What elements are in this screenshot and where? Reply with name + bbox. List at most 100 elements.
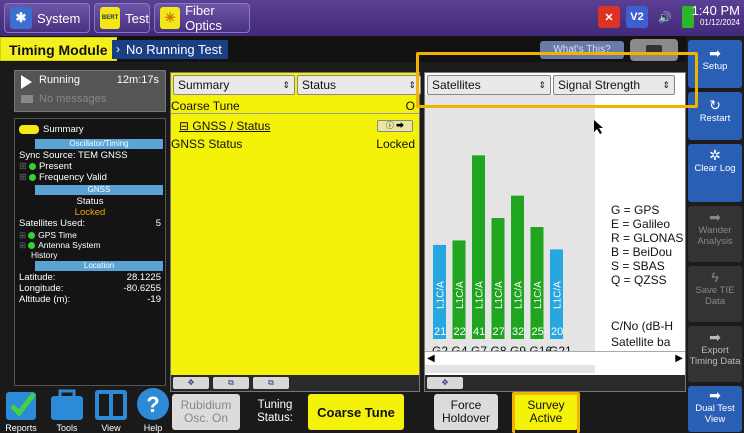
legend-entry: Q = QZSS: [611, 273, 667, 287]
copy-icon[interactable]: ⧉: [213, 377, 249, 389]
arrow-right-icon: ➡: [709, 387, 721, 403]
fiber-optics-button[interactable]: ✳ Fiber Optics: [154, 3, 250, 33]
close-x-icon[interactable]: ✕: [598, 6, 620, 28]
summary-pill-icon: [19, 124, 39, 134]
dual-test-view-button[interactable]: ➡ Dual Test View: [688, 386, 742, 432]
speaker-icon[interactable]: 🔊: [654, 6, 676, 28]
clock-date: 01/12/2024: [699, 18, 740, 27]
scroll-left-icon[interactable]: ◀: [427, 353, 435, 364]
view-label: View: [101, 423, 121, 433]
history-row[interactable]: History: [19, 249, 161, 261]
move-icon[interactable]: ✥: [173, 377, 209, 389]
signal-strength-chart: L1C/A21G2L1C/A22G4L1C/A41G7L1C/A27G8L1C/…: [425, 95, 595, 373]
collapse-icon: ⊟: [179, 119, 193, 133]
bar-value-label: 22: [454, 326, 466, 338]
test-button[interactable]: BERT Test: [94, 3, 150, 33]
status-select[interactable]: Status ⇕: [297, 75, 421, 95]
coarse-tune-label: Coarse Tune: [171, 99, 240, 113]
wander-analysis-button[interactable]: ➡ Wander Analysis: [688, 206, 742, 262]
legend-entry: G = GPS: [611, 203, 660, 217]
help-label: Help: [143, 423, 163, 433]
fiber-optics-icon: ✳: [160, 7, 181, 29]
system-button[interactable]: ✱ System: [4, 3, 90, 33]
bottom-controls: Rubidium Osc. On Tuning Status: Coarse T…: [170, 392, 686, 433]
summary-select[interactable]: Summary ⇕: [173, 75, 295, 95]
system-label: System: [37, 10, 81, 26]
tuning-status-value: Coarse Tune: [308, 394, 404, 430]
message-icon: [21, 95, 33, 103]
clear-log-button[interactable]: ✲ Clear Log: [688, 144, 742, 202]
bar-value-label: 20: [551, 326, 563, 338]
band-label: L1C/A: [533, 281, 544, 309]
module-title[interactable]: Timing Module: [0, 37, 117, 61]
paste-icon[interactable]: ⧉: [253, 377, 289, 389]
test-state-label[interactable]: No Running Test: [112, 40, 228, 59]
gear-icon: ✱: [10, 7, 32, 29]
chart-horizontal-scrollbar[interactable]: ◀ ▶: [425, 351, 685, 365]
band-label: L1C/A: [455, 281, 466, 309]
satellite-panel: Satellites⇕ Signal Strength⇕ L1C/A21G2L1…: [424, 72, 686, 392]
force-holdover-button[interactable]: Force Holdover: [434, 394, 498, 430]
satellite-scrollbar[interactable]: ✥: [425, 375, 685, 391]
test-label: Test: [125, 10, 149, 26]
clock-time: 1:40 PM: [691, 3, 740, 18]
status-dot-icon: [28, 162, 36, 170]
play-icon: [21, 75, 32, 89]
band-label: L1C/A: [553, 281, 564, 309]
svg-text:?: ?: [146, 392, 159, 417]
section-location[interactable]: Location: [35, 261, 163, 271]
band-label: L1C/A: [436, 281, 447, 309]
bar-value-label: 25: [532, 326, 544, 338]
summary-tree: Summary Oscillator/Timing Sync Source: T…: [14, 118, 166, 386]
v2-icon[interactable]: V2: [626, 6, 648, 28]
legend-entry: S = SBAS: [611, 259, 665, 273]
summary-scrollbar[interactable]: ✥ ⧉ ⧉: [171, 375, 419, 391]
help-icon: ?: [137, 388, 169, 420]
signal-bar: [491, 218, 505, 339]
highlight-frame: [512, 392, 580, 433]
band-label: L1C/A: [514, 281, 525, 309]
signal-bar: [472, 155, 485, 339]
gnss-status-link[interactable]: ⊟ GNSS / Status: [179, 119, 270, 133]
legend-entry: B = BeiDou: [611, 245, 673, 259]
bert-icon: BERT: [100, 7, 121, 29]
summary-row[interactable]: Summary: [19, 124, 161, 136]
cno-label: C/No (dB-H: [611, 319, 674, 333]
frequency-valid-row: ⊞ Frequency Valid: [19, 172, 107, 183]
view-grid-icon: [95, 390, 127, 420]
coarse-tune-value: O: [405, 99, 415, 113]
bar-value-label: 32: [512, 326, 524, 338]
run-label: Running: [39, 74, 80, 86]
move-icon[interactable]: ✥: [427, 377, 463, 389]
signal-strength-svg: L1C/A21G2L1C/A22G4L1C/A41G7L1C/A27G8L1C/…: [432, 155, 572, 358]
top-bar: ✱ System BERT Test ✳ Fiber Optics ✕ V2 🔊…: [0, 0, 744, 36]
toolbox-icon: [51, 389, 83, 420]
status-dot-icon: [28, 173, 36, 181]
section-oscillator-timing[interactable]: Oscillator/Timing: [35, 139, 163, 149]
scroll-right-icon[interactable]: ▶: [675, 353, 683, 364]
clock: 1:40 PM 01/12/2024: [692, 3, 740, 27]
tools-label: Tools: [56, 423, 78, 433]
rubidium-osc-button[interactable]: Rubidium Osc. On: [172, 394, 240, 430]
dropdown-arrow-icon: ⇕: [282, 80, 290, 90]
legend-entry: R = GLONAS: [611, 231, 684, 245]
section-gnss[interactable]: GNSS: [35, 185, 163, 195]
left-panel: Running 12m:17s No messages Summary Osci…: [0, 62, 170, 433]
save-tie-data-button[interactable]: ϟ Save TIE Data: [688, 266, 742, 322]
reports-label: Reports: [5, 423, 37, 433]
export-timing-data-button[interactable]: ➡ Export Timing Data: [688, 326, 742, 382]
clipboard-check-icon: [6, 392, 36, 420]
info-arrow-icon[interactable]: ⓘ ➡: [377, 120, 413, 132]
bar-value-label: 41: [473, 326, 485, 338]
lightning-icon: ϟ: [711, 269, 719, 285]
reports-button[interactable]: [2, 386, 40, 422]
arrow-right-icon: ➡: [709, 329, 721, 345]
arrow-right-icon: ➡: [709, 209, 721, 225]
run-status-box[interactable]: Running 12m:17s No messages: [14, 70, 166, 112]
help-button[interactable]: ?: [134, 386, 172, 422]
fiber-optics-label: Fiber Optics: [185, 3, 222, 33]
view-button[interactable]: [92, 386, 130, 422]
tools-button[interactable]: [48, 386, 86, 422]
run-time: 12m:17s: [116, 74, 159, 86]
clear-icon: ✲: [709, 147, 721, 163]
